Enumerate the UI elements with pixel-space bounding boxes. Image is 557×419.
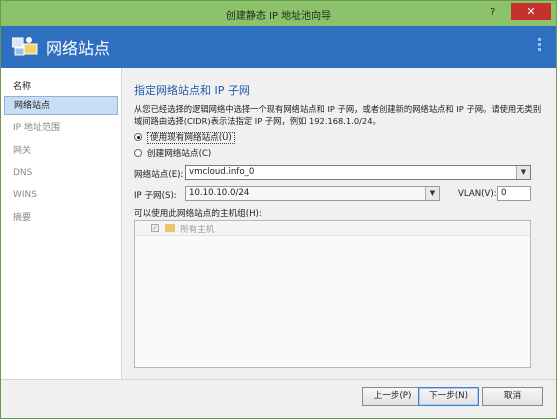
title-bar: 创建静态 IP 地址池向导 ? ✕ — [1, 1, 556, 26]
radio-use-existing-site[interactable]: 使用现有网络站点(U) — [134, 131, 235, 144]
help-button[interactable]: ? — [490, 7, 495, 18]
sidebar-item-network-site[interactable]: 网络站点 — [4, 96, 118, 115]
host-groups-list[interactable]: ✓ 所有主机 — [134, 220, 531, 368]
sidebar-item-gateway[interactable]: 网关 — [4, 142, 118, 161]
banner-decoration — [538, 36, 546, 56]
network-site-label: 网络站点(E): — [134, 170, 184, 180]
main-content: 指定网络站点和 IP 子网 从您已经选择的逻辑网络中选择一个现有网络站点和 IP… — [122, 68, 556, 379]
network-site-icon — [12, 37, 38, 56]
header-banner: 网络站点 — [1, 26, 556, 68]
sidebar-item-wins[interactable]: WINS — [4, 186, 118, 205]
back-button[interactable]: 上一步(P) — [362, 387, 423, 406]
list-item[interactable]: ✓ 所有主机 — [135, 221, 530, 236]
radio-existing-label: 使用现有网络站点(U) — [147, 132, 235, 144]
chevron-down-icon[interactable]: ▼ — [425, 187, 439, 200]
wizard-footer: 上一步(P) 下一步(N) 取消 — [1, 379, 556, 418]
ip-subnet-dropdown[interactable]: 10.10.10.0/24 ▼ — [185, 186, 440, 201]
section-title: 指定网络站点和 IP 子网 — [134, 84, 250, 97]
close-button[interactable]: ✕ — [511, 3, 551, 20]
network-site-dropdown[interactable]: vmcloud.info_0 ▼ — [185, 165, 531, 180]
vlan-label: VLAN(V): — [458, 189, 497, 199]
checkbox-checked-disabled[interactable]: ✓ — [151, 224, 159, 232]
wizard-window: 创建静态 IP 地址池向导 ? ✕ 网络站点 名称 网络站点 IP 地址范围 网… — [0, 0, 557, 419]
sidebar-item-ip-range[interactable]: IP 地址范围 — [4, 119, 118, 138]
next-button[interactable]: 下一步(N) — [418, 387, 479, 406]
sidebar-item-dns[interactable]: DNS — [4, 164, 118, 183]
host-group-label: 所有主机 — [180, 225, 215, 235]
network-site-value: vmcloud.info_0 — [189, 167, 255, 177]
chevron-down-icon[interactable]: ▼ — [516, 166, 530, 179]
radio-new-label: 创建网络站点(C) — [147, 149, 212, 159]
folder-icon — [165, 224, 175, 232]
page-heading: 网络站点 — [46, 39, 111, 58]
radio-unselected-indicator[interactable] — [134, 149, 142, 157]
wizard-steps-sidebar: 名称 网络站点 IP 地址范围 网关 DNS WINS 摘要 — [1, 68, 122, 379]
sidebar-item-summary[interactable]: 摘要 — [4, 209, 118, 228]
window-title: 创建静态 IP 地址池向导 — [225, 11, 332, 22]
ip-subnet-label: IP 子网(S): — [134, 191, 177, 201]
vlan-input[interactable]: 0 — [497, 186, 531, 201]
sidebar-title: 名称 — [13, 82, 32, 92]
radio-create-site[interactable]: 创建网络站点(C) — [134, 147, 211, 159]
radio-selected-indicator[interactable] — [134, 133, 142, 141]
cancel-button[interactable]: 取消 — [482, 387, 543, 406]
section-description: 从您已经选择的逻辑网络中选择一个现有网络站点和 IP 子网，或者创建新的网络站点… — [134, 104, 542, 126]
ip-subnet-value: 10.10.10.0/24 — [189, 188, 250, 198]
host-groups-label: 可以使用此网络站点的主机组(H): — [134, 209, 262, 219]
